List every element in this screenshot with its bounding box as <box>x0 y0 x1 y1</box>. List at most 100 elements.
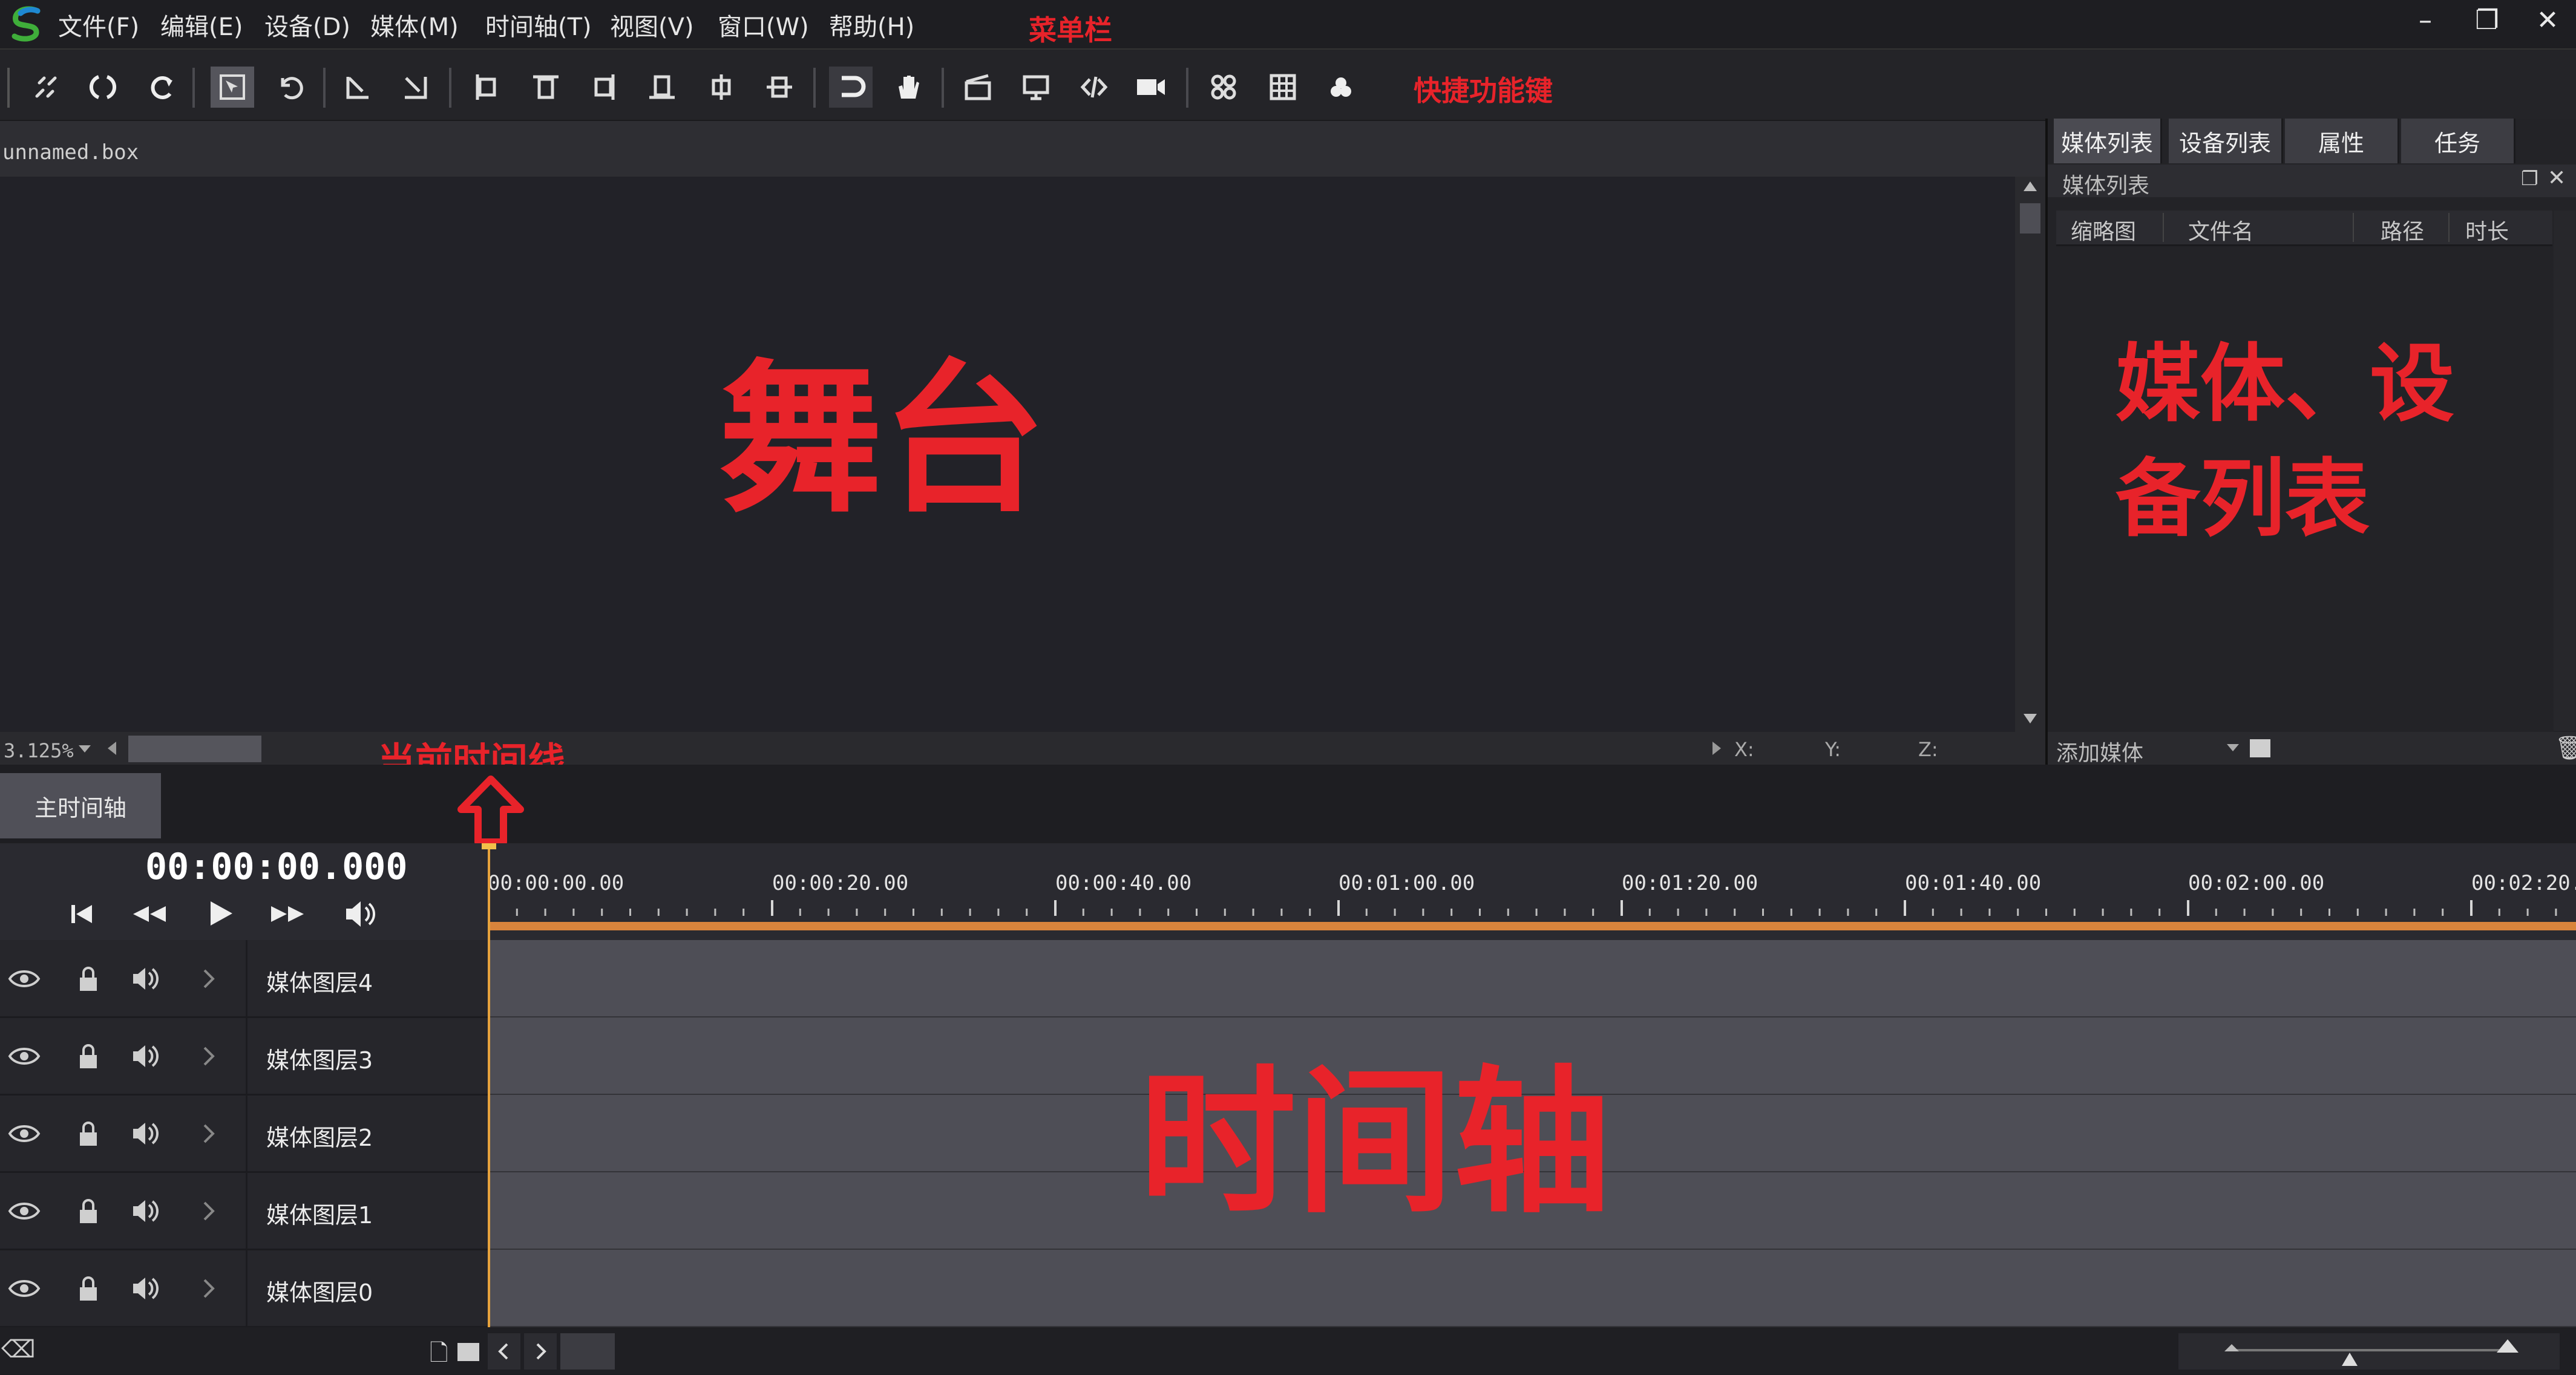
menu-media[interactable]: 媒体(M) <box>370 7 459 42</box>
chevron-right-icon[interactable] <box>192 1272 226 1305</box>
layer-track[interactable] <box>488 940 2576 1018</box>
folder-icon[interactable] <box>457 1343 479 1361</box>
column-filename[interactable]: 文件名 <box>2188 214 2253 246</box>
menu-window[interactable]: 窗口(W) <box>718 7 809 42</box>
zoom-value[interactable]: 3.125% <box>4 739 74 762</box>
chevron-left-icon[interactable] <box>488 1333 520 1370</box>
tab-media-list[interactable]: 媒体列表 <box>2054 119 2162 163</box>
scroll-right-icon[interactable] <box>1712 742 1721 755</box>
add-media-dropdown-icon[interactable] <box>2227 744 2239 751</box>
select-icon[interactable] <box>211 67 254 108</box>
tab-tasks[interactable]: 任务 <box>2401 119 2515 163</box>
layer-name[interactable]: 媒体图层1 <box>266 1197 373 1230</box>
column-path[interactable]: 路径 <box>2381 214 2424 246</box>
stage-canvas[interactable]: 舞台 <box>0 177 2015 732</box>
scroll-left-icon[interactable] <box>108 742 116 755</box>
layer-header[interactable]: 媒体图层3 <box>0 1017 488 1096</box>
fast-forward-icon[interactable] <box>266 899 309 929</box>
volume-icon[interactable] <box>129 1039 163 1073</box>
timeline-ruler[interactable]: 00:00:00.00 00:00:20.00 00:00:40.00 00:0… <box>488 843 2576 940</box>
play-icon[interactable] <box>203 897 237 930</box>
menu-timeline[interactable]: 时间轴(T) <box>485 7 592 42</box>
zoom-out-icon[interactable] <box>2223 1342 2240 1353</box>
camera-icon[interactable] <box>1129 67 1173 108</box>
layer-track[interactable] <box>488 1250 2576 1328</box>
tab-main-timeline[interactable]: 主时间轴 <box>0 773 161 838</box>
playhead-line[interactable] <box>488 843 490 1327</box>
align-center-h-icon[interactable] <box>700 67 743 108</box>
layer-name[interactable]: 媒体图层0 <box>266 1274 373 1307</box>
menu-device[interactable]: 设备(D) <box>264 7 350 42</box>
magnet-icon[interactable] <box>829 67 873 108</box>
align-top-left-icon[interactable] <box>336 67 380 108</box>
tab-device-list[interactable]: 设备列表 <box>2169 119 2283 163</box>
lock-icon[interactable] <box>71 1039 105 1073</box>
chevron-right-icon[interactable] <box>192 1117 226 1151</box>
align-bottom-icon[interactable] <box>640 67 684 108</box>
hand-icon[interactable] <box>886 67 929 108</box>
scroll-thumb[interactable] <box>2020 203 2040 234</box>
horizontal-scroll-thumb[interactable] <box>128 736 261 762</box>
scroll-down-icon[interactable] <box>2024 714 2037 723</box>
volume-icon[interactable] <box>342 898 379 930</box>
rotate-right-icon[interactable] <box>140 67 184 108</box>
menu-file[interactable]: 文件(F) <box>58 7 139 42</box>
color-icon[interactable] <box>1319 67 1363 108</box>
code-icon[interactable] <box>1072 67 1116 108</box>
rotate-left-icon[interactable] <box>81 67 125 108</box>
trash-icon[interactable]: 🗑 <box>2555 734 2576 762</box>
column-thumbnail[interactable]: 缩略图 <box>2071 214 2136 246</box>
chevron-right-icon[interactable] <box>192 1039 226 1073</box>
volume-icon[interactable] <box>129 1194 163 1228</box>
link-icon[interactable] <box>24 67 68 108</box>
chevron-right-icon[interactable] <box>192 1194 226 1228</box>
skip-start-icon[interactable] <box>67 899 97 929</box>
layer-name[interactable]: 媒体图层2 <box>266 1119 373 1152</box>
align-top-icon[interactable] <box>524 67 568 108</box>
layer-name[interactable]: 媒体图层3 <box>266 1042 373 1075</box>
layer-header[interactable]: 媒体图层2 <box>0 1095 488 1173</box>
stage-vertical-scrollbar[interactable] <box>2015 177 2045 732</box>
screen-icon[interactable] <box>1014 67 1058 108</box>
column-duration[interactable]: 时长 <box>2465 214 2509 246</box>
eye-icon[interactable] <box>7 1039 41 1073</box>
align-top-right-icon[interactable] <box>393 67 437 108</box>
menu-view[interactable]: 视图(V) <box>610 7 694 42</box>
media-list-scrollbar[interactable] <box>2554 211 2575 731</box>
rotate-tool-icon[interactable] <box>267 67 311 108</box>
lock-icon[interactable] <box>71 1272 105 1305</box>
chevron-right-icon[interactable] <box>524 1333 557 1370</box>
menu-help[interactable]: 帮助(H) <box>829 7 914 42</box>
new-layer-icon[interactable]: 🗋 <box>430 1336 448 1375</box>
eye-icon[interactable] <box>7 1272 41 1305</box>
volume-icon[interactable] <box>129 1117 163 1151</box>
volume-icon[interactable] <box>129 962 163 996</box>
timeline-scroll-thumb[interactable] <box>560 1333 615 1370</box>
folder-icon[interactable] <box>2250 739 2270 757</box>
playhead-handle[interactable] <box>482 843 496 849</box>
zoom-in-icon[interactable] <box>2496 1338 2520 1354</box>
clapper-icon[interactable] <box>956 67 1000 108</box>
nodes-icon[interactable] <box>1202 67 1245 108</box>
layer-header[interactable]: 媒体图层1 <box>0 1172 488 1250</box>
add-media-select[interactable]: 添加媒体 <box>2056 736 2143 767</box>
eye-icon[interactable] <box>7 1194 41 1228</box>
scroll-up-icon[interactable] <box>2024 181 2037 191</box>
minimize-button[interactable]: – <box>2407 5 2443 36</box>
timeline-scroll-right[interactable] <box>524 1333 557 1370</box>
tab-properties[interactable]: 属性 <box>2285 119 2399 163</box>
lock-icon[interactable] <box>71 962 105 996</box>
lock-icon[interactable] <box>71 1117 105 1151</box>
volume-icon[interactable] <box>129 1272 163 1305</box>
align-right-icon[interactable] <box>582 67 626 108</box>
delete-layer-icon[interactable]: ⌫ <box>1 1336 36 1364</box>
eye-icon[interactable] <box>7 962 41 996</box>
zoom-slider-thumb-icon[interactable] <box>2341 1351 2359 1367</box>
align-left-icon[interactable] <box>465 67 508 108</box>
layer-name[interactable]: 媒体图层4 <box>266 964 373 998</box>
work-area-bar[interactable] <box>488 922 2576 930</box>
layer-track-area[interactable]: 时间轴 <box>488 940 2576 1328</box>
close-button[interactable]: ✕ <box>2529 5 2566 36</box>
zoom-dropdown-icon[interactable] <box>79 745 91 753</box>
timeline-scroll-left[interactable] <box>488 1333 520 1370</box>
